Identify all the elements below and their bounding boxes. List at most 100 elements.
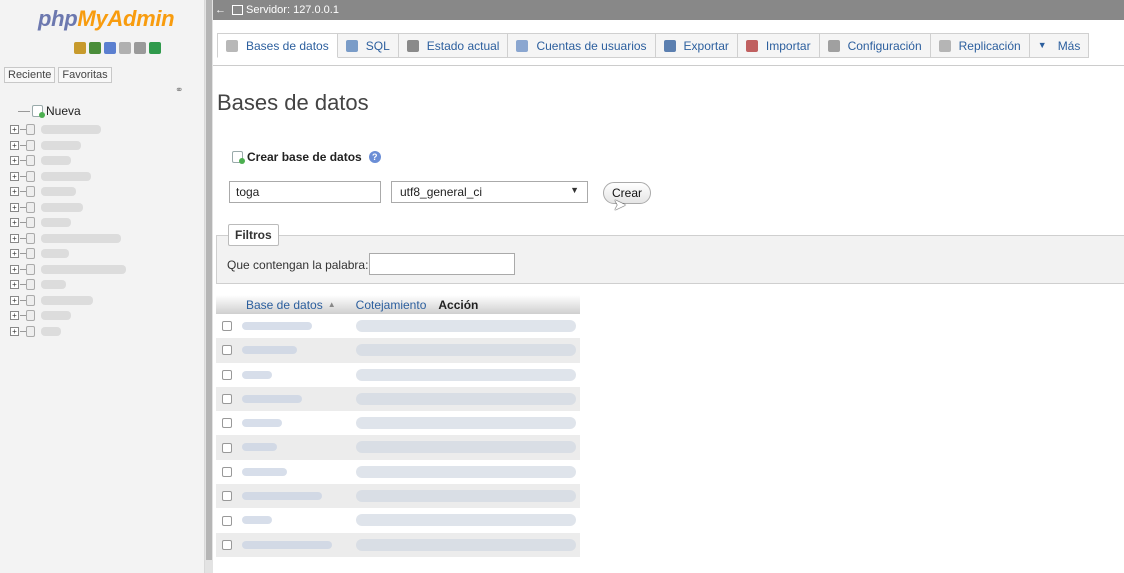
expand-plus-icon[interactable]: + bbox=[10, 156, 19, 166]
tab-users[interactable]: Cuentas de usuarios bbox=[508, 33, 656, 58]
expand-plus-icon[interactable]: + bbox=[10, 187, 19, 197]
tree-database-item[interactable]: + bbox=[10, 324, 126, 340]
help-icon[interactable]: ? bbox=[368, 151, 381, 163]
expand-plus-icon[interactable]: + bbox=[10, 171, 19, 181]
database-icon bbox=[26, 294, 35, 306]
settings-icon[interactable] bbox=[134, 42, 146, 54]
database-icon bbox=[26, 155, 35, 167]
tree-database-item[interactable]: + bbox=[10, 215, 126, 231]
row-checkbox[interactable] bbox=[222, 345, 232, 356]
tab-label: Estado actual bbox=[426, 38, 500, 53]
blurred-database-name bbox=[242, 370, 272, 379]
table-row[interactable] bbox=[216, 411, 580, 436]
docs-icon[interactable] bbox=[119, 42, 131, 54]
menu-tabs: Bases de datos SQL Estado actual Cuentas de… bbox=[217, 33, 1090, 58]
database-name-input[interactable] bbox=[229, 181, 381, 203]
tab-label: Más bbox=[1057, 38, 1081, 53]
expand-plus-icon[interactable]: + bbox=[10, 202, 19, 212]
tree-database-item[interactable]: + bbox=[10, 308, 126, 324]
tab-export[interactable]: Exportar bbox=[655, 33, 738, 58]
row-checkbox[interactable] bbox=[222, 418, 232, 429]
phpmyadmin-logo[interactable]: phpMyAdmin bbox=[38, 6, 175, 32]
tab-label: Configuración bbox=[847, 38, 922, 53]
tab-status[interactable]: Estado actual bbox=[398, 33, 509, 58]
tree-database-item[interactable]: + bbox=[10, 277, 126, 293]
blurred-database-name bbox=[41, 295, 93, 305]
blurred-row-details bbox=[356, 441, 576, 454]
row-checkbox[interactable] bbox=[222, 466, 232, 477]
blurred-database-name bbox=[41, 249, 69, 259]
collation-select[interactable]: utf8_general_ci ▼ bbox=[391, 181, 588, 203]
expand-plus-icon[interactable]: + bbox=[10, 295, 19, 305]
blurred-database-name bbox=[41, 326, 61, 336]
exit-icon[interactable] bbox=[89, 42, 101, 54]
tab-wrench[interactable]: Configuración bbox=[819, 33, 931, 58]
tree-database-item[interactable]: + bbox=[10, 293, 126, 309]
navigation-scrollbar[interactable] bbox=[205, 0, 213, 573]
column-database[interactable]: Base de datos bbox=[246, 298, 323, 312]
column-collation[interactable]: Cotejamiento bbox=[356, 298, 427, 312]
expand-plus-icon[interactable]: + bbox=[10, 249, 19, 259]
collapse-arrow-icon[interactable]: ← bbox=[213, 4, 232, 16]
row-checkbox[interactable] bbox=[222, 539, 232, 550]
mouse-cursor-icon: ➤ bbox=[613, 197, 627, 214]
expand-plus-icon[interactable]: + bbox=[10, 311, 19, 321]
blurred-database-name bbox=[41, 171, 91, 181]
tree-database-item[interactable]: + bbox=[10, 169, 126, 185]
table-row[interactable] bbox=[216, 338, 580, 363]
table-row[interactable] bbox=[216, 459, 580, 485]
row-checkbox[interactable] bbox=[222, 394, 232, 405]
expand-plus-icon[interactable]: + bbox=[10, 264, 19, 274]
tree-database-item[interactable]: + bbox=[10, 262, 126, 278]
tree-database-item[interactable]: + bbox=[10, 138, 126, 154]
table-row[interactable] bbox=[216, 508, 580, 533]
tab-recent[interactable]: Reciente bbox=[4, 67, 56, 83]
table-row[interactable] bbox=[216, 386, 580, 412]
server-breadcrumb[interactable]: Servidor: 127.0.0.1 bbox=[246, 4, 339, 16]
tab-sql[interactable]: SQL bbox=[337, 33, 399, 58]
expand-plus-icon[interactable]: + bbox=[10, 280, 19, 290]
table-row[interactable] bbox=[216, 435, 580, 460]
tab-label: Bases de datos bbox=[246, 38, 329, 53]
filter-input[interactable] bbox=[369, 253, 515, 275]
row-checkbox[interactable] bbox=[222, 515, 232, 526]
row-checkbox[interactable] bbox=[222, 369, 232, 380]
blurred-row-details bbox=[356, 538, 576, 551]
tree-database-item[interactable]: + bbox=[10, 184, 126, 200]
table-row[interactable] bbox=[216, 362, 580, 387]
tab-chevron-down[interactable]: ▼ Más bbox=[1029, 33, 1090, 58]
row-checkbox[interactable] bbox=[222, 321, 232, 332]
tab-replication[interactable]: Replicación bbox=[930, 33, 1030, 58]
expand-plus-icon[interactable]: + bbox=[10, 326, 19, 336]
database-icon bbox=[26, 325, 35, 337]
help-icon[interactable] bbox=[104, 42, 116, 54]
scrollbar-thumb[interactable] bbox=[206, 0, 212, 560]
expand-plus-icon[interactable]: + bbox=[10, 218, 19, 228]
table-row[interactable] bbox=[216, 532, 580, 557]
tree-new-database[interactable]: Nueva bbox=[18, 104, 81, 118]
tab-label: SQL bbox=[365, 38, 390, 53]
tab-database[interactable]: Bases de datos bbox=[217, 33, 338, 58]
column-action: Acción bbox=[438, 297, 479, 312]
blurred-database-name bbox=[242, 346, 297, 355]
expand-plus-icon[interactable]: + bbox=[10, 125, 19, 135]
expand-plus-icon[interactable]: + bbox=[10, 233, 19, 243]
tree-database-item[interactable]: + bbox=[10, 231, 126, 247]
home-icon[interactable] bbox=[74, 42, 86, 54]
table-row[interactable] bbox=[216, 314, 580, 339]
table-row[interactable] bbox=[216, 484, 580, 509]
link-icon[interactable]: ⚭ bbox=[175, 85, 183, 96]
tab-import[interactable]: Importar bbox=[737, 33, 820, 58]
create-database-button[interactable]: Crear bbox=[603, 182, 652, 204]
tab-favorites[interactable]: Favoritas bbox=[58, 67, 112, 83]
row-checkbox[interactable] bbox=[222, 442, 232, 453]
reload-icon[interactable] bbox=[149, 42, 161, 54]
logo-myadmin-text: MyAdmin bbox=[77, 6, 175, 31]
tree-database-item[interactable]: + bbox=[10, 122, 126, 138]
tree-database-item[interactable]: + bbox=[10, 200, 126, 216]
tree-database-item[interactable]: + bbox=[10, 246, 126, 262]
tree-database-item[interactable]: + bbox=[10, 153, 126, 169]
blurred-database-name bbox=[242, 467, 287, 476]
row-checkbox[interactable] bbox=[222, 491, 232, 502]
expand-plus-icon[interactable]: + bbox=[10, 140, 19, 150]
